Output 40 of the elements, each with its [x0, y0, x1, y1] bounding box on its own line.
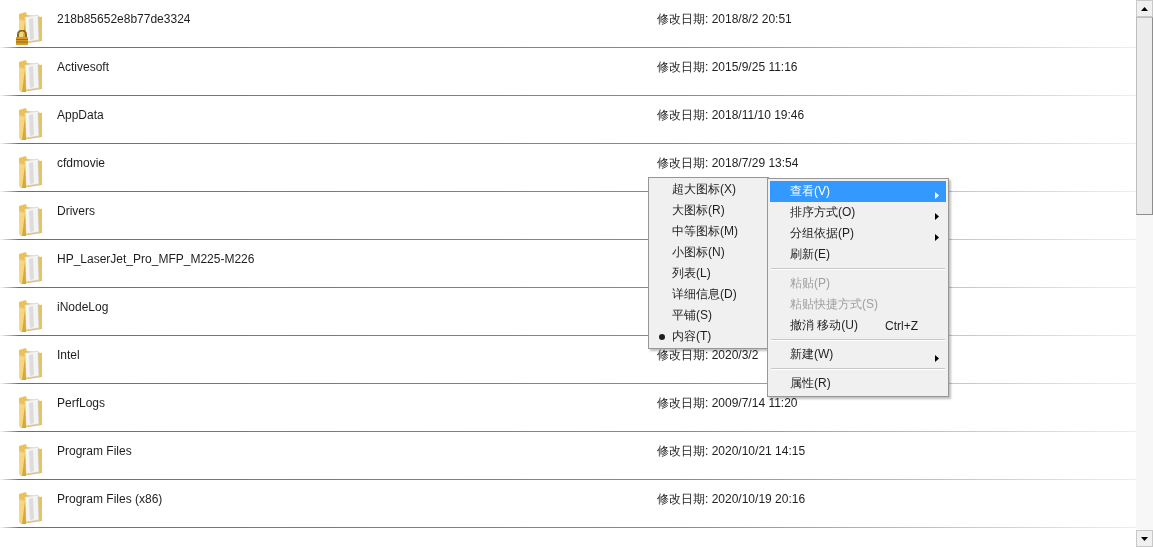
menu-item[interactable]: 新建(W): [770, 344, 946, 365]
menu-item[interactable]: 属性(R): [770, 373, 946, 394]
menu-item[interactable]: 中等图标(M): [651, 221, 766, 242]
modified-date: 修改日期: 2015/9/25 11:16: [657, 61, 798, 73]
folder-name[interactable]: PerfLogs: [57, 396, 106, 410]
modified-date: 修改日期: 2020/10/21 14:15: [657, 445, 806, 457]
modified-date: 修改日期: 2020/10/19 20:16: [657, 493, 806, 505]
scroll-up-button[interactable]: [1136, 0, 1153, 17]
modified-date: 修改日期: 2018/11/10 19:46: [657, 109, 805, 121]
folder-name[interactable]: HP_LaserJet_Pro_MFP_M225-M226: [57, 252, 255, 266]
menu-item[interactable]: 刷新(E): [770, 244, 946, 265]
folder-name[interactable]: iNodeLog: [57, 300, 109, 314]
menu-item[interactable]: 列表(L): [651, 263, 766, 284]
menu-item[interactable]: 小图标(N): [651, 242, 766, 263]
menu-item[interactable]: 内容(T): [651, 326, 766, 347]
modified-date: 修改日期: 2018/7/29 13:54: [657, 157, 799, 169]
up-arrow-icon: [1141, 6, 1148, 11]
folder-name[interactable]: 218b85652e8b77de3324: [57, 12, 191, 26]
modified-date: 修改日期: 2020/3/2: [657, 349, 759, 361]
scroll-thumb[interactable]: [1136, 17, 1153, 215]
menu-item[interactable]: 大图标(R): [651, 200, 766, 221]
scrollbar[interactable]: [1136, 0, 1153, 547]
menu-item[interactable]: 平铺(S): [651, 305, 766, 326]
folder-name[interactable]: Activesoft: [57, 60, 110, 74]
menu-item[interactable]: 撤消 移动(U) Ctrl+Z: [770, 315, 946, 336]
modified-date: 修改日期: 2009/7/14 11:20: [657, 397, 798, 409]
menu-item[interactable]: 排序方式(O): [770, 202, 946, 223]
folder-name[interactable]: cfdmovie: [57, 156, 106, 170]
scroll-down-button[interactable]: [1136, 530, 1153, 547]
folder-name[interactable]: Program Files (x86): [57, 492, 163, 506]
folder-name[interactable]: AppData: [57, 108, 104, 122]
down-arrow-icon: [1141, 536, 1148, 541]
modified-date: 修改日期: 2018/8/2 20:51: [657, 13, 792, 25]
menu-item[interactable]: 分组依据(P): [770, 223, 946, 244]
folder-name[interactable]: Program Files: [57, 444, 132, 458]
folder-name[interactable]: Drivers: [57, 204, 95, 218]
menu-item[interactable]: 详细信息(D): [651, 284, 766, 305]
menu-item[interactable]: 超大图标(X): [651, 179, 766, 200]
folder-name[interactable]: Intel: [57, 348, 80, 362]
shortcut-text: Ctrl+Z: [885, 318, 918, 333]
